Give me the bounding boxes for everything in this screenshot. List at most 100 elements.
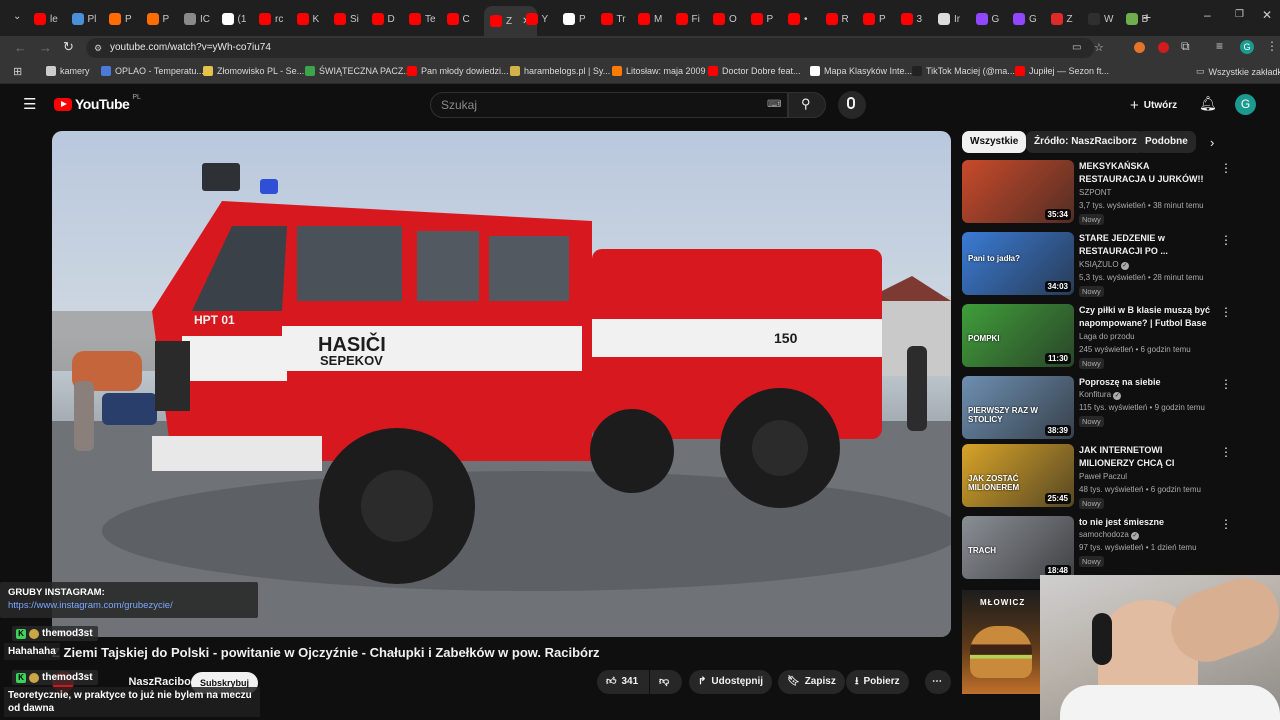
more-actions-button[interactable]: ⋯ xyxy=(925,670,951,694)
tab-search-icon[interactable]: ⌄ xyxy=(13,11,21,22)
voice-search-button[interactable] xyxy=(838,91,866,119)
bookmark-item[interactable]: Pan młody dowiedzi... xyxy=(407,66,509,76)
media-control-icon[interactable]: ≡ xyxy=(1216,39,1223,53)
recommendation-item[interactable]: TRACH 18:48 to nie jest śmieszne samochodoz… xyxy=(962,516,1274,580)
browser-tab[interactable]: Si xyxy=(334,8,359,30)
browser-tab[interactable]: Y xyxy=(525,8,548,30)
maximize-button[interactable]: ❐ xyxy=(1235,9,1244,20)
search-input[interactable]: Szukaj ⌨ xyxy=(430,92,788,118)
extensions-puzzle-icon[interactable]: ⧉ xyxy=(1181,39,1190,54)
browser-tab[interactable]: M xyxy=(638,8,662,30)
recommendation-channel[interactable]: Konfitura ✓ xyxy=(1079,390,1122,400)
recommendation-thumbnail[interactable]: POMPKI 11:30 xyxy=(962,304,1074,367)
more-options-icon[interactable]: ⋮ xyxy=(1220,377,1232,391)
dislike-button[interactable]: 👎︎ xyxy=(650,670,682,694)
chip-source-channel[interactable]: Źródło: NaszRaciborz xyxy=(1026,131,1145,153)
save-button[interactable]: 🔖︎ Zapisz xyxy=(778,670,845,694)
extension-icon-2[interactable] xyxy=(1158,42,1169,53)
bookmark-item[interactable]: Złomowisko PL - Se... xyxy=(203,66,304,76)
browser-tab[interactable]: D xyxy=(371,8,395,30)
browser-tab[interactable]: Tr xyxy=(600,8,626,30)
close-window-button[interactable]: ✕ xyxy=(1262,8,1272,22)
browser-tab[interactable]: rc xyxy=(259,8,283,30)
forward-icon[interactable]: → xyxy=(39,40,52,55)
bookmark-item[interactable]: Litosław: maja 2009 xyxy=(612,66,706,76)
back-icon[interactable]: ← xyxy=(14,40,27,55)
browser-tab[interactable]: P xyxy=(750,8,773,30)
chip-all[interactable]: Wszystkie xyxy=(962,131,1027,153)
bookmark-item[interactable]: Jupiłej — Sezon ft... xyxy=(1015,66,1109,76)
browser-tab[interactable]: G xyxy=(975,8,999,30)
browser-tab[interactable]: K xyxy=(296,8,319,30)
browser-tab[interactable]: Pl xyxy=(71,8,96,30)
recommendation-thumbnail[interactable]: Pani to jadła? 34:03 xyxy=(962,232,1074,295)
bookmark-item[interactable]: ŚWIĄTECZNA PACZ... xyxy=(305,66,411,76)
recommendation-title[interactable]: JAK INTERNETOWI MILIONERZY CHCĄ CI WYPRA… xyxy=(1079,444,1215,470)
recommendation-title[interactable]: Czy piłki w B klasie muszą być napompowa… xyxy=(1079,304,1215,330)
apps-grid-icon[interactable]: ⊞ xyxy=(13,65,22,78)
browser-tab[interactable]: Te xyxy=(409,8,436,30)
bookmark-item[interactable]: OPLAO - Temperatu... xyxy=(101,66,204,76)
video-player[interactable]: HASIČI SEPEKOV HPT 01 150 xyxy=(52,131,951,637)
like-button[interactable]: 👍︎ 341 xyxy=(597,670,649,694)
browser-tab[interactable]: IC xyxy=(184,8,210,30)
browser-menu-icon[interactable]: ⋮ xyxy=(1266,39,1278,53)
recommendation-channel[interactable]: Paweł Paczul xyxy=(1079,472,1127,481)
download-button[interactable]: ⭳ Pobierz xyxy=(846,670,909,694)
notifications-bell-icon[interactable]: 🔔︎ xyxy=(1199,95,1217,112)
browser-tab[interactable]: P xyxy=(146,8,169,30)
new-tab-button[interactable]: + xyxy=(1143,9,1151,25)
recommendation-thumbnail[interactable]: PIERWSZY RAZ W STOLICY 38:39 xyxy=(962,376,1074,439)
browser-tab[interactable]: (1 xyxy=(221,8,246,30)
cast-icon[interactable]: ▭ xyxy=(1072,38,1081,58)
recommendation-title[interactable]: to nie jest śmieszne xyxy=(1079,516,1215,529)
recommendation-thumbnail[interactable]: 35:34 xyxy=(962,160,1074,223)
menu-hamburger-icon[interactable]: ☰ xyxy=(23,95,36,113)
browser-tab[interactable]: W xyxy=(1088,8,1113,30)
recommendation-thumbnail[interactable]: TRACH 18:48 xyxy=(962,516,1074,579)
browser-tab[interactable]: O xyxy=(713,8,737,30)
browser-tab[interactable]: P xyxy=(863,8,886,30)
recommendation-title[interactable]: Poproszę na siebie xyxy=(1079,376,1215,389)
keyboard-icon[interactable]: ⌨ xyxy=(767,93,781,117)
share-button[interactable]: ↱ Udostępnij xyxy=(689,670,773,694)
bookmark-item[interactable]: Mapa Klasyków Inte... xyxy=(810,66,912,76)
create-button[interactable]: + Utwórz xyxy=(1122,92,1184,118)
more-options-icon[interactable]: ⋮ xyxy=(1220,517,1232,531)
chip-related[interactable]: Podobne xyxy=(1137,131,1196,153)
bookmark-item[interactable]: kamery xyxy=(46,66,90,76)
more-options-icon[interactable]: ⋮ xyxy=(1220,445,1232,459)
address-bar[interactable]: ⚙ youtube.com/watch?v=yWh-co7iu74 ▭ ☆ xyxy=(86,38,1104,58)
recommendation-channel[interactable]: KSIĄŻULO ✓ xyxy=(1079,260,1129,270)
all-bookmarks-folder[interactable]: ▭ Wszystkie zakładki xyxy=(1196,66,1280,77)
recommendation-item[interactable]: 35:34 MEKSYKAŃSKA RESTAURACJA U JURKÓW!! … xyxy=(962,160,1274,225)
browser-tab[interactable]: Ir xyxy=(938,8,960,30)
browser-tab[interactable]: 3 xyxy=(900,8,922,30)
recommendation-item[interactable]: PIERWSZY RAZ W STOLICY 38:39 Poproszę na s… xyxy=(962,376,1274,440)
recommendation-channel[interactable]: Laga do przodu xyxy=(1079,332,1135,341)
recommendation-thumbnail[interactable]: JAK ZOSTAĆ MILIONEREM 25:45 xyxy=(962,444,1074,507)
account-avatar[interactable]: G xyxy=(1235,94,1256,115)
browser-tab[interactable]: P xyxy=(109,8,132,30)
bookmark-item[interactable]: Doctor Dobre feat... xyxy=(708,66,801,76)
more-options-icon[interactable]: ⋮ xyxy=(1220,233,1232,247)
recommendation-title[interactable]: STARE JEDZENIE w RESTAURACJI PO ... xyxy=(1079,232,1215,258)
youtube-logo[interactable]: YouTube PL xyxy=(54,94,141,112)
recommendation-item[interactable]: Pani to jadła? 34:03 STARE JEDZENIE w REST… xyxy=(962,232,1274,297)
recommendation-item[interactable]: JAK ZOSTAĆ MILIONEREM 25:45 JAK INTERNETOW… xyxy=(962,444,1274,509)
bookmark-star-icon[interactable]: ☆ xyxy=(1094,38,1104,58)
minimize-button[interactable]: – xyxy=(1204,8,1211,22)
search-button[interactable]: ⚲ xyxy=(788,92,826,118)
reload-icon[interactable]: ↻ xyxy=(63,39,74,55)
browser-tab[interactable]: Fi xyxy=(675,8,700,30)
recommendation-title[interactable]: MEKSYKAŃSKA RESTAURACJA U JURKÓW!! (ROZG… xyxy=(1079,160,1215,186)
browser-tab[interactable]: • xyxy=(788,8,808,30)
site-info-icon[interactable]: ⚙ xyxy=(94,38,102,58)
browser-tab[interactable]: C xyxy=(446,8,470,30)
recommendation-channel[interactable]: SZPONT xyxy=(1079,188,1111,197)
bookmark-item[interactable]: TikTok Maciej (@ma... xyxy=(912,66,1015,76)
extension-icon-1[interactable] xyxy=(1134,42,1145,53)
browser-tab[interactable]: P xyxy=(563,8,586,30)
recommendation-item[interactable]: POMPKI 11:30 Czy piłki w B klasie muszą by… xyxy=(962,304,1274,369)
more-options-icon[interactable]: ⋮ xyxy=(1220,305,1232,319)
